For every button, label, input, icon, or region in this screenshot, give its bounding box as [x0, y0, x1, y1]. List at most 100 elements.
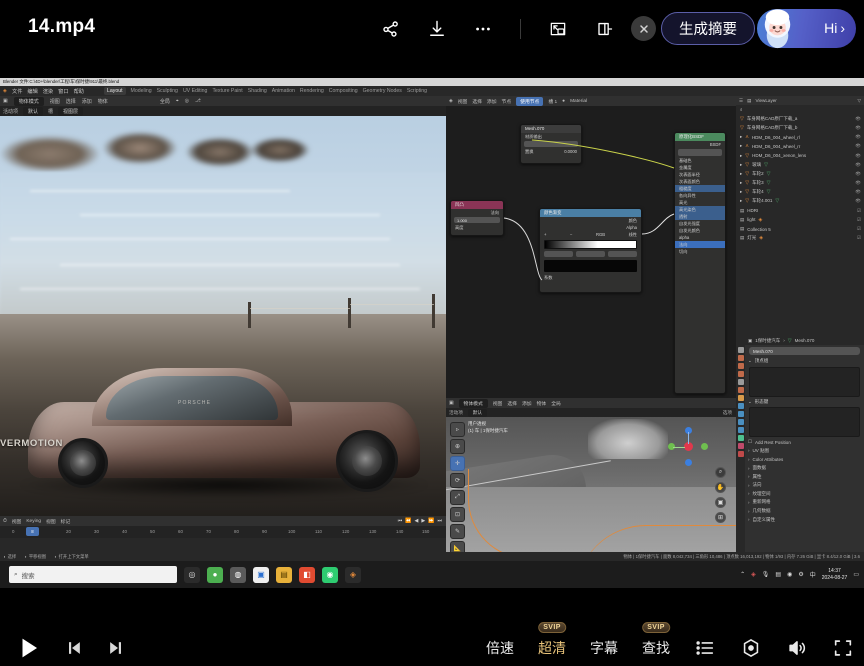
taskbar-clock[interactable]: 14:37 2024-08-27	[822, 568, 848, 581]
workspace-tab-geometry-nodes[interactable]: Geometry Nodes	[363, 88, 402, 94]
bsdf-input-subsurface-radius[interactable]: 次表面半径	[679, 171, 700, 178]
node-field[interactable]: 1.000	[454, 217, 500, 223]
panel-attributes[interactable]: ›属性	[745, 472, 864, 481]
panel-face-data[interactable]: ›面数据	[745, 464, 864, 473]
windows-search-box[interactable]: ⌕ 搜索	[9, 566, 177, 583]
tab-physics[interactable]	[738, 419, 744, 425]
viewport-collection-dropdown[interactable]: 默认	[468, 409, 487, 417]
user-avatar-pill[interactable]: Hi ›	[757, 9, 856, 48]
viewport-menu-select[interactable]: 选择	[66, 98, 76, 105]
outliner-row[interactable]: ▤light◈☑	[736, 215, 864, 224]
play-button[interactable]	[16, 635, 42, 661]
playback-speed-button[interactable]: 倍速	[486, 638, 514, 658]
breadcrumb-data[interactable]: Mesh.070	[795, 338, 815, 343]
close-button[interactable]	[631, 16, 656, 41]
tool-annotate[interactable]: ✎	[450, 524, 465, 539]
ramp-mode[interactable]: RGB	[596, 231, 605, 238]
shader-node-color-ramp[interactable]: 颜色渐变 颜色 Alpha + − RGB 线性	[539, 208, 642, 293]
outliner-row[interactable]: ▸▽车轮4.001▽👁	[736, 197, 864, 206]
panel-remesh[interactable]: ›重新网格	[745, 498, 864, 507]
bsdf-input-metallic[interactable]: 金属度	[679, 164, 692, 171]
outliner-row[interactable]: ▸▽HDM_D6_004_xenon_lens👁	[736, 151, 864, 160]
transform-orientation[interactable]: 全局	[160, 98, 170, 105]
bsdf-input-anisotropic[interactable]: 各向异性	[679, 192, 696, 199]
filter-icon[interactable]: ▽	[857, 98, 864, 104]
quality-button[interactable]: SVIP 超清	[538, 638, 566, 658]
play-reverse-icon[interactable]: ◀	[415, 518, 419, 524]
visibility-icon[interactable]: 👁	[855, 125, 861, 131]
layer-dropdown[interactable]: 视图层	[58, 107, 83, 116]
tray-sound-icon[interactable]: ◉	[787, 571, 792, 578]
outliner-row[interactable]: ▤Collection 5☑	[736, 224, 864, 233]
panel-texture-space[interactable]: ›纹理空间	[745, 490, 864, 499]
playlist-button[interactable]	[694, 637, 716, 659]
viewport-menu-view[interactable]: 视图	[493, 400, 503, 407]
breadcrumb-scene[interactable]: 1保时捷汽车	[755, 338, 780, 344]
viewport-menu-select[interactable]: 选择	[507, 400, 517, 407]
tool-tweak[interactable]: ▹	[450, 422, 465, 437]
proportional-edit-icon[interactable]: ◎	[185, 98, 189, 104]
tab-tool[interactable]	[738, 347, 744, 353]
visibility-icon[interactable]: 👁	[855, 153, 861, 159]
tray-shield-icon[interactable]: ◈	[751, 571, 756, 578]
outliner-row[interactable]: ▽车身网格CAD原厂下载_b👁	[736, 123, 864, 132]
tab-view-layer[interactable]	[738, 371, 744, 377]
editor-type-icon[interactable]: ▣	[449, 401, 454, 406]
shape-keys-panel-header[interactable]: ⌄ 形态键	[745, 398, 864, 407]
tray-ime-icon[interactable]: 中	[810, 570, 816, 579]
tool-transform[interactable]: ⊡	[450, 507, 465, 522]
menu-edit[interactable]: 编辑	[27, 88, 37, 95]
shape-keys-list[interactable]	[749, 407, 860, 437]
camera-view-icon[interactable]: ▣	[715, 497, 726, 508]
material-name-field[interactable]: Material	[570, 99, 587, 104]
next-keyframe-icon[interactable]: ⏩	[428, 518, 434, 524]
expand-arrow-icon[interactable]: ▸	[740, 180, 742, 186]
editor-type-icon[interactable]: ☰	[739, 98, 743, 104]
tray-expand-icon[interactable]: ⌃	[740, 571, 745, 578]
volume-button[interactable]	[786, 637, 808, 659]
tray-network-icon[interactable]: ▤	[775, 571, 781, 578]
app-icon-explorer[interactable]: ▤	[276, 567, 292, 583]
notification-icon[interactable]: ▭	[853, 571, 859, 578]
panel-uv-maps[interactable]: ›UV 贴图	[745, 447, 864, 456]
view-layer-name[interactable]: ViewLayer	[755, 98, 776, 103]
expand-arrow-icon[interactable]: ▸	[740, 143, 742, 149]
app-icon-office[interactable]: ◧	[299, 567, 315, 583]
viewport-menu-object[interactable]: 物体	[537, 400, 547, 407]
menu-file[interactable]: 文件	[12, 88, 22, 95]
expand-arrow-icon[interactable]: ▸	[740, 153, 742, 159]
rendered-viewport[interactable]: VERMOTION PORSCHE	[0, 116, 446, 516]
ramp-interpolation[interactable]: 线性	[629, 231, 637, 238]
use-nodes-checkbox[interactable]: 使用节点	[516, 97, 543, 106]
bsdf-input-roughness[interactable]: 粗糙度	[679, 185, 692, 192]
app-icon-wechat[interactable]: ◉	[322, 567, 338, 583]
editor-type-icon[interactable]: ◈	[449, 99, 453, 104]
shader-node-bump[interactable]: 凹凸 法向 1.000 高度	[450, 200, 504, 236]
visibility-icon[interactable]: 👁	[855, 134, 861, 140]
expand-arrow-icon[interactable]: ▸	[740, 134, 742, 140]
menu-window[interactable]: 窗口	[58, 88, 68, 95]
app-icon-blender[interactable]: ◈	[345, 567, 361, 583]
tab-scene[interactable]	[738, 379, 744, 385]
vertex-groups-list[interactable]	[749, 367, 860, 397]
material-slot-label[interactable]: 槽 1	[548, 98, 557, 105]
ramp-add-icon[interactable]: +	[544, 231, 546, 238]
app-icon-green[interactable]: ●	[207, 567, 223, 583]
viewport-menu-object[interactable]: 物体	[98, 98, 108, 105]
settings-button[interactable]	[740, 637, 762, 659]
fullscreen-button[interactable]	[832, 637, 854, 659]
subtitle-button[interactable]: 字幕	[590, 638, 618, 658]
toggle-ortho-icon[interactable]: ⊞	[715, 512, 726, 523]
search-button[interactable]: SVIP 查找	[642, 638, 670, 658]
play-icon[interactable]: ▶	[421, 518, 425, 524]
visibility-icon[interactable]: 👁	[855, 116, 861, 122]
download-icon[interactable]	[424, 16, 450, 42]
shader-node-material-output[interactable]: Mesh.070 材质输出 置换 0.0000	[520, 124, 582, 164]
bsdf-input-alpha[interactable]: alpha	[679, 234, 689, 241]
generate-summary-button[interactable]: 生成摘要	[661, 12, 755, 45]
timeline-menu-view2[interactable]: 视图	[46, 518, 56, 525]
jump-end-icon[interactable]: ⏭	[437, 518, 442, 524]
visibility-icon[interactable]: 👁	[855, 143, 861, 149]
app-icon-browser[interactable]: ◍	[230, 567, 246, 583]
default-collection-dropdown[interactable]: 默认	[23, 107, 43, 116]
